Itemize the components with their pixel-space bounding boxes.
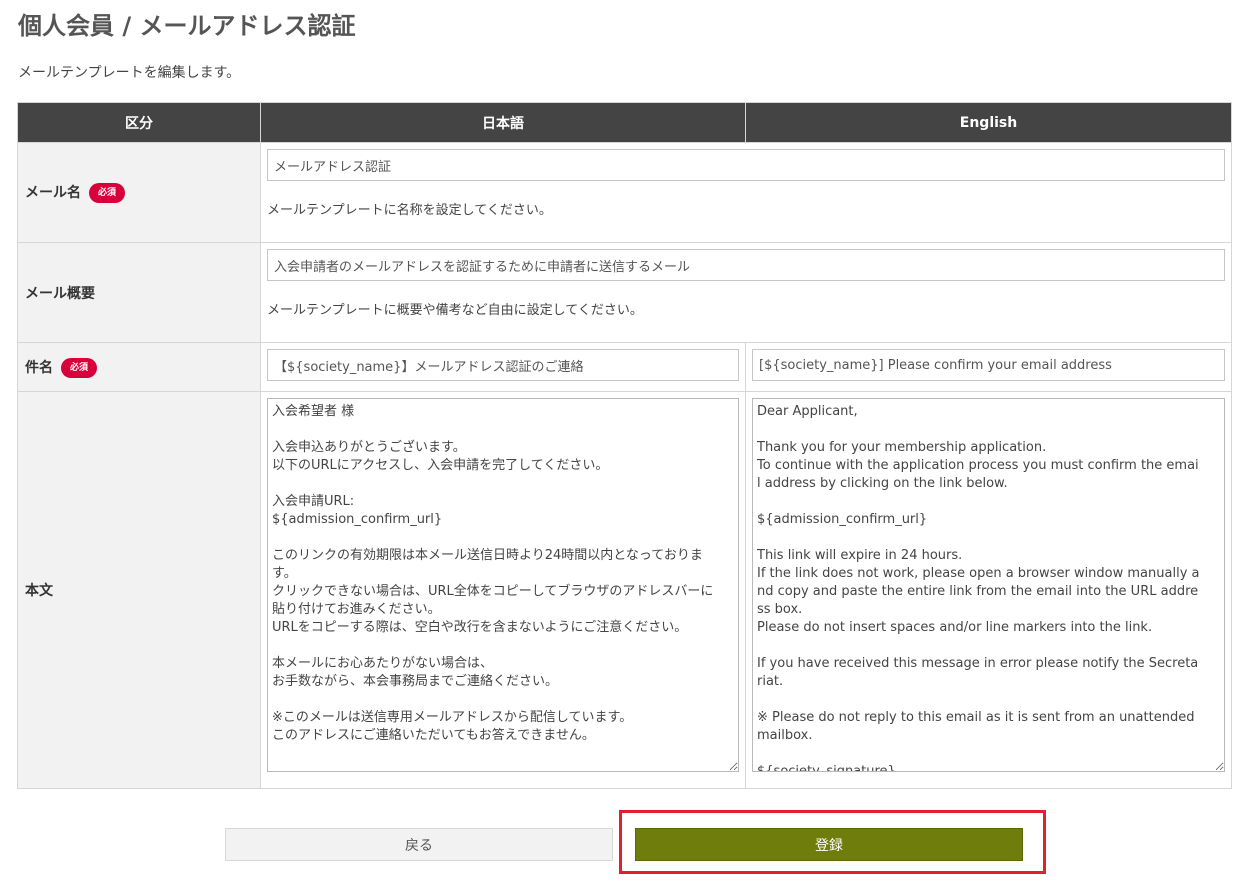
back-button[interactable]: 戻る [225,828,613,861]
body-label: 本文 [25,583,53,599]
subject-ja-cell [260,342,746,392]
summary-cell: メールテンプレートに概要や備考など自由に設定してください。 [260,242,1232,343]
mail-template-table: 区分 日本語 English メール名必須 メールテンプレートに名称を設定してく… [17,102,1232,789]
row-summary: メール概要 メールテンプレートに概要や備考など自由に設定してください。 [17,242,1232,343]
mail-name-label: メール名 [25,185,81,201]
mail-name-hint: メールテンプレートに名称を設定してください。 [267,203,552,218]
mail-name-cell: メールテンプレートに名称を設定してください。 [260,142,1232,243]
required-badge: 必須 [89,183,126,203]
table-header-row: 区分 日本語 English [17,102,1232,143]
mail-name-label-cell: メール名 必須 [17,142,261,243]
body-ja-textarea[interactable]: 入会希望者 様 入会申込ありがとうございます。 以下のURLにアクセスし、入会申… [267,398,739,772]
body-en-cell: Dear Applicant, Thank you for your membe… [745,391,1232,789]
subject-ja-input[interactable] [267,349,739,381]
body-en-textarea[interactable]: Dear Applicant, Thank you for your membe… [752,398,1225,772]
header-english: English [745,102,1232,143]
register-button[interactable]: 登録 [635,828,1023,861]
row-body: 本文 入会希望者 様 入会申込ありがとうございます。 以下のURLにアクセスし、… [17,391,1232,789]
body-ja-cell: 入会希望者 様 入会申込ありがとうございます。 以下のURLにアクセスし、入会申… [260,391,746,789]
summary-label-cell: メール概要 [17,242,261,343]
required-badge: 必須 [61,357,98,378]
body-label-cell: 本文 [17,391,261,789]
subject-label: 件名 [25,359,53,376]
subject-label-cell: 件名 必須 [17,342,261,392]
row-mail-name: メール名必須 メールテンプレートに名称を設定してください。 [17,142,1232,243]
summary-label: メール概要 [25,285,95,302]
page-title: 個人会員 / メールアドレス認証 [18,12,356,40]
subject-en-cell [745,342,1232,392]
header-japanese: 日本語 [260,102,746,143]
page-description: メールテンプレートを編集します。 [18,65,241,81]
row-subject: 件名 必須 [17,342,1232,392]
summary-input[interactable] [267,249,1225,281]
subject-en-input[interactable] [752,349,1225,381]
summary-hint: メールテンプレートに概要や備考など自由に設定してください。 [267,303,643,318]
header-category: 区分 [17,102,261,143]
mail-name-input[interactable] [267,149,1225,181]
